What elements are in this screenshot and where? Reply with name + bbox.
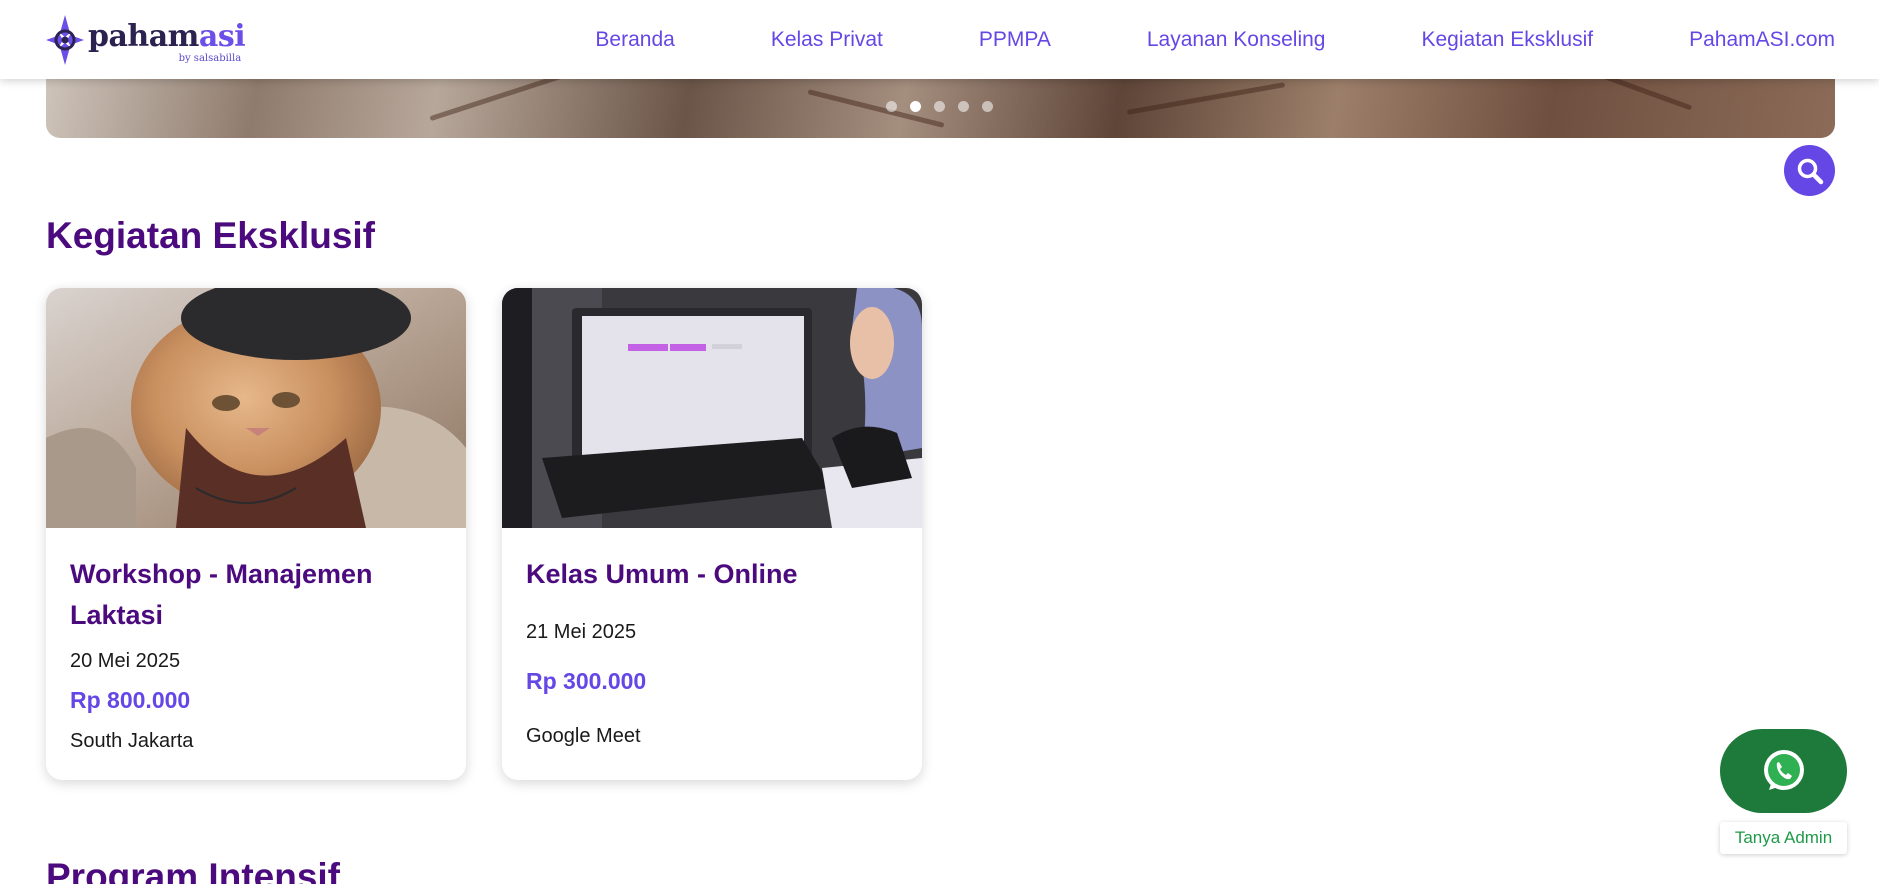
nav-beranda[interactable]: Beranda <box>595 28 674 52</box>
logo-subtitle: by salsabilla <box>178 52 242 64</box>
nav-pahamasi-com[interactable]: PahamASI.com <box>1689 28 1835 52</box>
event-card[interactable]: Workshop - Manajemen Laktasi 20 Mei 2025… <box>46 288 466 780</box>
event-title: Workshop - Manajemen Laktasi <box>70 559 373 630</box>
nav-ppmpa[interactable]: PPMPA <box>979 28 1051 52</box>
whatsapp-label[interactable]: Tanya Admin <box>1720 822 1847 854</box>
section-title-program-intensif: Program Intensif <box>46 856 340 884</box>
logo[interactable]: pahamasi by salsabilla <box>44 12 246 68</box>
logo-text: pahamasi by salsabilla <box>88 18 246 64</box>
logo-icon <box>46 15 84 65</box>
site-header: pahamasi by salsabilla Beranda Kelas Pri… <box>0 0 1879 79</box>
event-card[interactable]: Kelas Umum - Online 21 Mei 2025 Rp 300.0… <box>502 288 922 780</box>
event-date: 20 Mei 2025 <box>70 650 181 672</box>
event-image-cat <box>46 288 466 528</box>
whatsapp-icon <box>1763 750 1804 790</box>
carousel-dot-2[interactable] <box>910 101 921 112</box>
section-title-kegiatan-eksklusif: Kegiatan Eksklusif <box>46 215 376 256</box>
event-image-computer <box>502 288 922 528</box>
logo-word-b: asi <box>198 18 246 54</box>
search-icon <box>1797 158 1823 184</box>
carousel-dot-3[interactable] <box>934 101 945 112</box>
carousel-dot-4[interactable] <box>958 101 969 112</box>
event-location: Google Meet <box>526 725 641 747</box>
nav-kelas-privat[interactable]: Kelas Privat <box>771 28 883 52</box>
carousel-dots <box>886 101 1006 112</box>
event-title: Kelas Umum - Online <box>526 559 798 589</box>
event-price: Rp 300.000 <box>526 668 647 694</box>
search-button[interactable] <box>1784 145 1835 196</box>
carousel-dot-5[interactable] <box>982 101 993 112</box>
carousel-dot-1[interactable] <box>886 101 897 112</box>
nav-layanan-konseling[interactable]: Layanan Konseling <box>1147 28 1326 52</box>
event-date: 21 Mei 2025 <box>526 621 637 643</box>
event-location: South Jakarta <box>70 730 194 752</box>
main-nav: Beranda Kelas Privat PPMPA Layanan Konse… <box>595 0 1835 79</box>
event-price: Rp 800.000 <box>70 687 191 713</box>
nav-kegiatan-eksklusif[interactable]: Kegiatan Eksklusif <box>1422 28 1594 52</box>
whatsapp-button[interactable] <box>1720 729 1847 813</box>
logo-word-a: paham <box>88 18 199 54</box>
